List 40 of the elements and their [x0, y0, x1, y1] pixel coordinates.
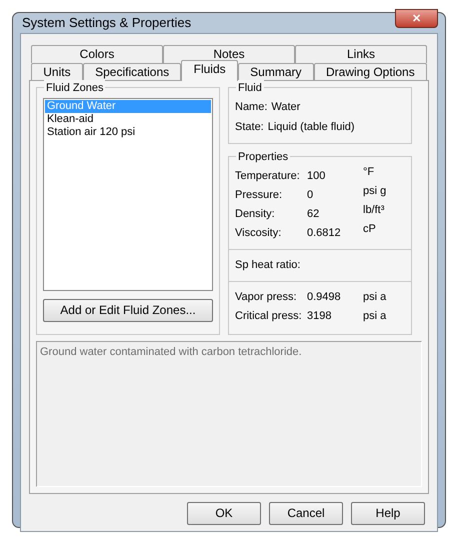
- property-label: Critical press:: [235, 308, 303, 324]
- list-item[interactable]: Klean-aid: [45, 112, 211, 126]
- unit-label: cP: [363, 222, 376, 236]
- tab[interactable]: Summary: [238, 62, 314, 80]
- list-item[interactable]: Station air 120 psi: [45, 126, 211, 138]
- property-label: Sp heat ratio:: [235, 258, 302, 272]
- unit-label: psi g: [363, 184, 386, 198]
- property-value: 0.9498: [307, 290, 342, 304]
- unit-label: °F: [363, 164, 374, 180]
- field-value: Liquid (table fluid): [268, 120, 355, 134]
- tab[interactable]: Links: [295, 44, 427, 62]
- add-edit-fluid-zones-button[interactable]: Add or Edit Fluid Zones...: [43, 298, 213, 322]
- property-label: Density:: [235, 206, 276, 222]
- field-label: Name:: [235, 100, 268, 114]
- fluid-zones-list[interactable]: Ground Water Klean-aid Station air 120 psi: [43, 98, 213, 290]
- dialog-button[interactable]: Cancel: [269, 502, 343, 524]
- window-title: System Settings & Properties: [21, 14, 192, 32]
- property-label: Vapor press:: [235, 290, 298, 304]
- unit-label: psi a: [363, 308, 386, 324]
- property-label: Pressure:: [235, 188, 284, 202]
- property-label: Temperature:: [235, 168, 301, 184]
- property-label: Viscosity:: [235, 226, 282, 240]
- property-value: 100: [307, 168, 326, 184]
- tab[interactable]: Drawing Options: [314, 62, 427, 80]
- tab[interactable]: Colors: [31, 44, 163, 62]
- tab[interactable]: Units: [31, 62, 83, 80]
- unit-label: lb/ft³: [363, 202, 384, 218]
- property-value: 0: [307, 188, 314, 202]
- property-value: 0.6812: [307, 226, 342, 240]
- tab[interactable]: Fluids: [181, 60, 238, 80]
- dialog-button[interactable]: Help: [351, 502, 425, 524]
- unit-label: psi a: [363, 290, 386, 304]
- description-field[interactable]: Ground water contaminated with carbon tetrachloride.: [36, 340, 422, 486]
- property-value: 62: [307, 206, 320, 222]
- field-value: Water: [271, 100, 300, 114]
- dialog-button[interactable]: OK: [187, 502, 261, 524]
- tab[interactable]: Notes: [163, 44, 295, 62]
- field-label: State:: [235, 120, 264, 134]
- property-value: 3198: [307, 308, 332, 324]
- tab[interactable]: Specifications: [82, 62, 182, 80]
